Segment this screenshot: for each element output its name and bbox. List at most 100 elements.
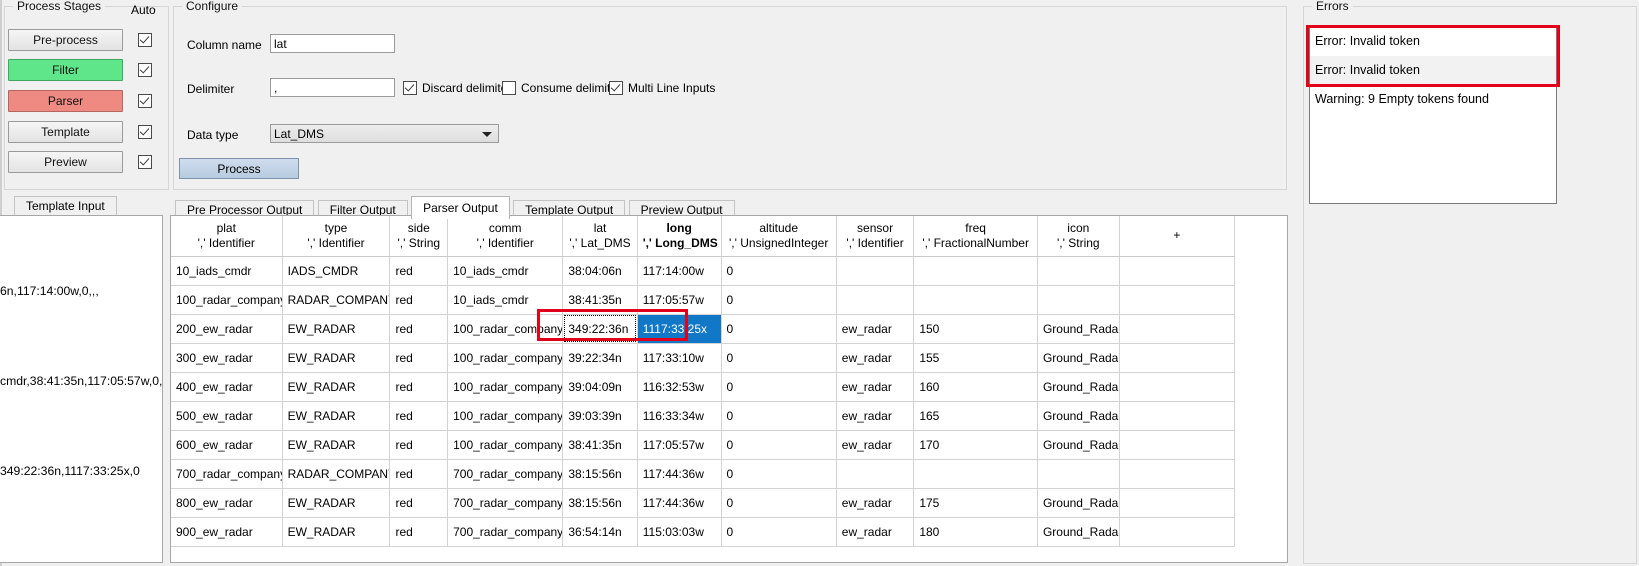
table-cell[interactable]: Ground_Radar: [1037, 314, 1120, 344]
table-cell[interactable]: 180: [913, 517, 1038, 547]
table-cell[interactable]: RADAR_COMPANY: [282, 285, 391, 315]
column-header-long[interactable]: long ',' Long_DMS: [637, 216, 722, 257]
table-cell[interactable]: 117:14:00w: [637, 256, 722, 286]
table-cell[interactable]: red: [389, 256, 449, 286]
template-input-textarea[interactable]: 6n,117:14:00w,0,,, cmdr,38:41:35n,117:05…: [0, 215, 163, 563]
table-cell[interactable]: 170: [913, 430, 1038, 460]
table-cell[interactable]: Ground_Radar: [1037, 488, 1120, 518]
column-header-freq[interactable]: freq ',' FractionalNumber: [913, 216, 1038, 257]
table-cell[interactable]: 117:44:36w: [637, 459, 722, 489]
table-cell[interactable]: 117:05:57w: [637, 285, 722, 315]
column-name-input[interactable]: lat: [270, 34, 395, 53]
table-row[interactable]: 400_ew_radar EW_RADAR red 100_radar_company…: [171, 372, 1236, 402]
table-row[interactable]: 200_ew_radar EW_RADAR red 100_radar_company…: [171, 314, 1236, 344]
table-cell[interactable]: EW_RADAR: [282, 488, 391, 518]
table-cell[interactable]: [1119, 285, 1236, 315]
table-cell[interactable]: Ground_Radar: [1037, 343, 1120, 373]
column-header-add[interactable]: +: [1119, 216, 1236, 257]
table-cell[interactable]: 100_radar_company: [171, 285, 283, 315]
table-cell[interactable]: [1119, 517, 1236, 547]
table-cell[interactable]: Ground_Radar: [1037, 401, 1120, 431]
table-cell[interactable]: EW_RADAR: [282, 343, 391, 373]
column-header-lat[interactable]: lat ',' Lat_DMS: [562, 216, 638, 257]
table-cell[interactable]: [1037, 459, 1120, 489]
table-cell[interactable]: [1119, 430, 1236, 460]
table-cell[interactable]: ew_radar: [836, 314, 915, 344]
table-row[interactable]: 500_ew_radar EW_RADAR red 100_radar_company…: [171, 401, 1236, 431]
template-auto-checkbox[interactable]: [138, 125, 152, 139]
table-cell[interactable]: 0: [721, 285, 837, 315]
table-cell[interactable]: Ground_Radar: [1037, 517, 1120, 547]
table-row[interactable]: 100_radar_company RADAR_COMPANY red 10_iads…: [171, 285, 1236, 315]
table-cell[interactable]: 200_ew_radar: [171, 314, 283, 344]
table-cell[interactable]: red: [389, 343, 449, 373]
warning-list-item[interactable]: Warning: 9 Empty tokens found: [1310, 85, 1556, 114]
table-cell[interactable]: Ground_Radar: [1037, 372, 1120, 402]
table-cell[interactable]: 0: [721, 372, 837, 402]
table-cell[interactable]: [836, 459, 915, 489]
table-cell[interactable]: 116:33:34w: [637, 401, 722, 431]
parser-button[interactable]: Parser: [8, 90, 123, 112]
table-cell[interactable]: 0: [721, 343, 837, 373]
parser-output-grid[interactable]: plat ',' Identifier type ',' Identifier side…: [170, 215, 1288, 563]
table-cell[interactable]: 115:03:03w: [637, 517, 722, 547]
table-cell[interactable]: red: [389, 314, 449, 344]
discard-delimiter-group[interactable]: Discard delimiter: [403, 81, 511, 95]
table-cell[interactable]: ew_radar: [836, 430, 915, 460]
table-cell[interactable]: 36:54:14n: [562, 517, 638, 547]
table-cell[interactable]: 38:04:06n: [562, 256, 638, 286]
column-header-altitude[interactable]: altitude ',' UnsignedInteger: [721, 216, 837, 257]
table-cell[interactable]: IADS_CMDR: [282, 256, 391, 286]
table-cell[interactable]: EW_RADAR: [282, 517, 391, 547]
table-cell[interactable]: 100_radar_company: [447, 314, 564, 344]
table-cell[interactable]: [836, 256, 915, 286]
table-cell[interactable]: 500_ew_radar: [171, 401, 283, 431]
table-cell[interactable]: 100_radar_company: [447, 343, 564, 373]
table-row[interactable]: 900_ew_radar EW_RADAR red 700_radar_company…: [171, 517, 1236, 547]
column-header-plat[interactable]: plat ',' Identifier: [171, 216, 283, 257]
error-list-item[interactable]: Error: Invalid token: [1310, 56, 1556, 85]
table-cell[interactable]: red: [389, 401, 449, 431]
table-cell[interactable]: EW_RADAR: [282, 314, 391, 344]
table-cell[interactable]: 165: [913, 401, 1038, 431]
multi-line-inputs-checkbox[interactable]: [609, 81, 623, 95]
table-row[interactable]: 300_ew_radar EW_RADAR red 100_radar_company…: [171, 343, 1236, 373]
table-cell[interactable]: 0: [721, 314, 837, 344]
table-cell[interactable]: 117:05:57w: [637, 430, 722, 460]
table-cell[interactable]: 38:41:35n: [562, 430, 638, 460]
table-cell-selected[interactable]: 1117:33:25x: [637, 314, 722, 344]
table-cell[interactable]: [1119, 314, 1236, 344]
tab-parser-output[interactable]: Parser Output: [411, 196, 510, 219]
filter-button[interactable]: Filter: [8, 59, 123, 81]
table-cell[interactable]: [1119, 372, 1236, 402]
table-cell[interactable]: 39:03:39n: [562, 401, 638, 431]
table-cell[interactable]: 38:15:56n: [562, 488, 638, 518]
parser-auto-checkbox[interactable]: [138, 94, 152, 108]
table-cell[interactable]: [913, 285, 1038, 315]
table-cell[interactable]: EW_RADAR: [282, 430, 391, 460]
table-cell[interactable]: [913, 459, 1038, 489]
table-cell[interactable]: 700_radar_company: [447, 459, 564, 489]
table-cell[interactable]: [1037, 285, 1120, 315]
table-cell[interactable]: ew_radar: [836, 517, 915, 547]
table-cell[interactable]: 175: [913, 488, 1038, 518]
table-cell[interactable]: red: [389, 285, 449, 315]
table-cell[interactable]: 117:44:36w: [637, 488, 722, 518]
table-cell[interactable]: [1037, 256, 1120, 286]
table-cell[interactable]: 38:15:56n: [562, 459, 638, 489]
table-cell[interactable]: [1119, 256, 1236, 286]
table-cell[interactable]: 117:33:10w: [637, 343, 722, 373]
table-row[interactable]: 800_ew_radar EW_RADAR red 700_radar_company…: [171, 488, 1236, 518]
table-cell[interactable]: [836, 285, 915, 315]
preprocess-button[interactable]: Pre-process: [8, 29, 123, 51]
table-cell[interactable]: 0: [721, 401, 837, 431]
table-cell[interactable]: [1119, 343, 1236, 373]
data-type-select[interactable]: Lat_DMS: [270, 124, 499, 143]
table-cell[interactable]: 0: [721, 430, 837, 460]
table-cell[interactable]: 38:41:35n: [562, 285, 638, 315]
preview-auto-checkbox[interactable]: [138, 155, 152, 169]
table-cell[interactable]: red: [389, 488, 449, 518]
table-cell[interactable]: 150: [913, 314, 1038, 344]
table-cell[interactable]: red: [389, 459, 449, 489]
table-cell[interactable]: 700_radar_company: [447, 517, 564, 547]
